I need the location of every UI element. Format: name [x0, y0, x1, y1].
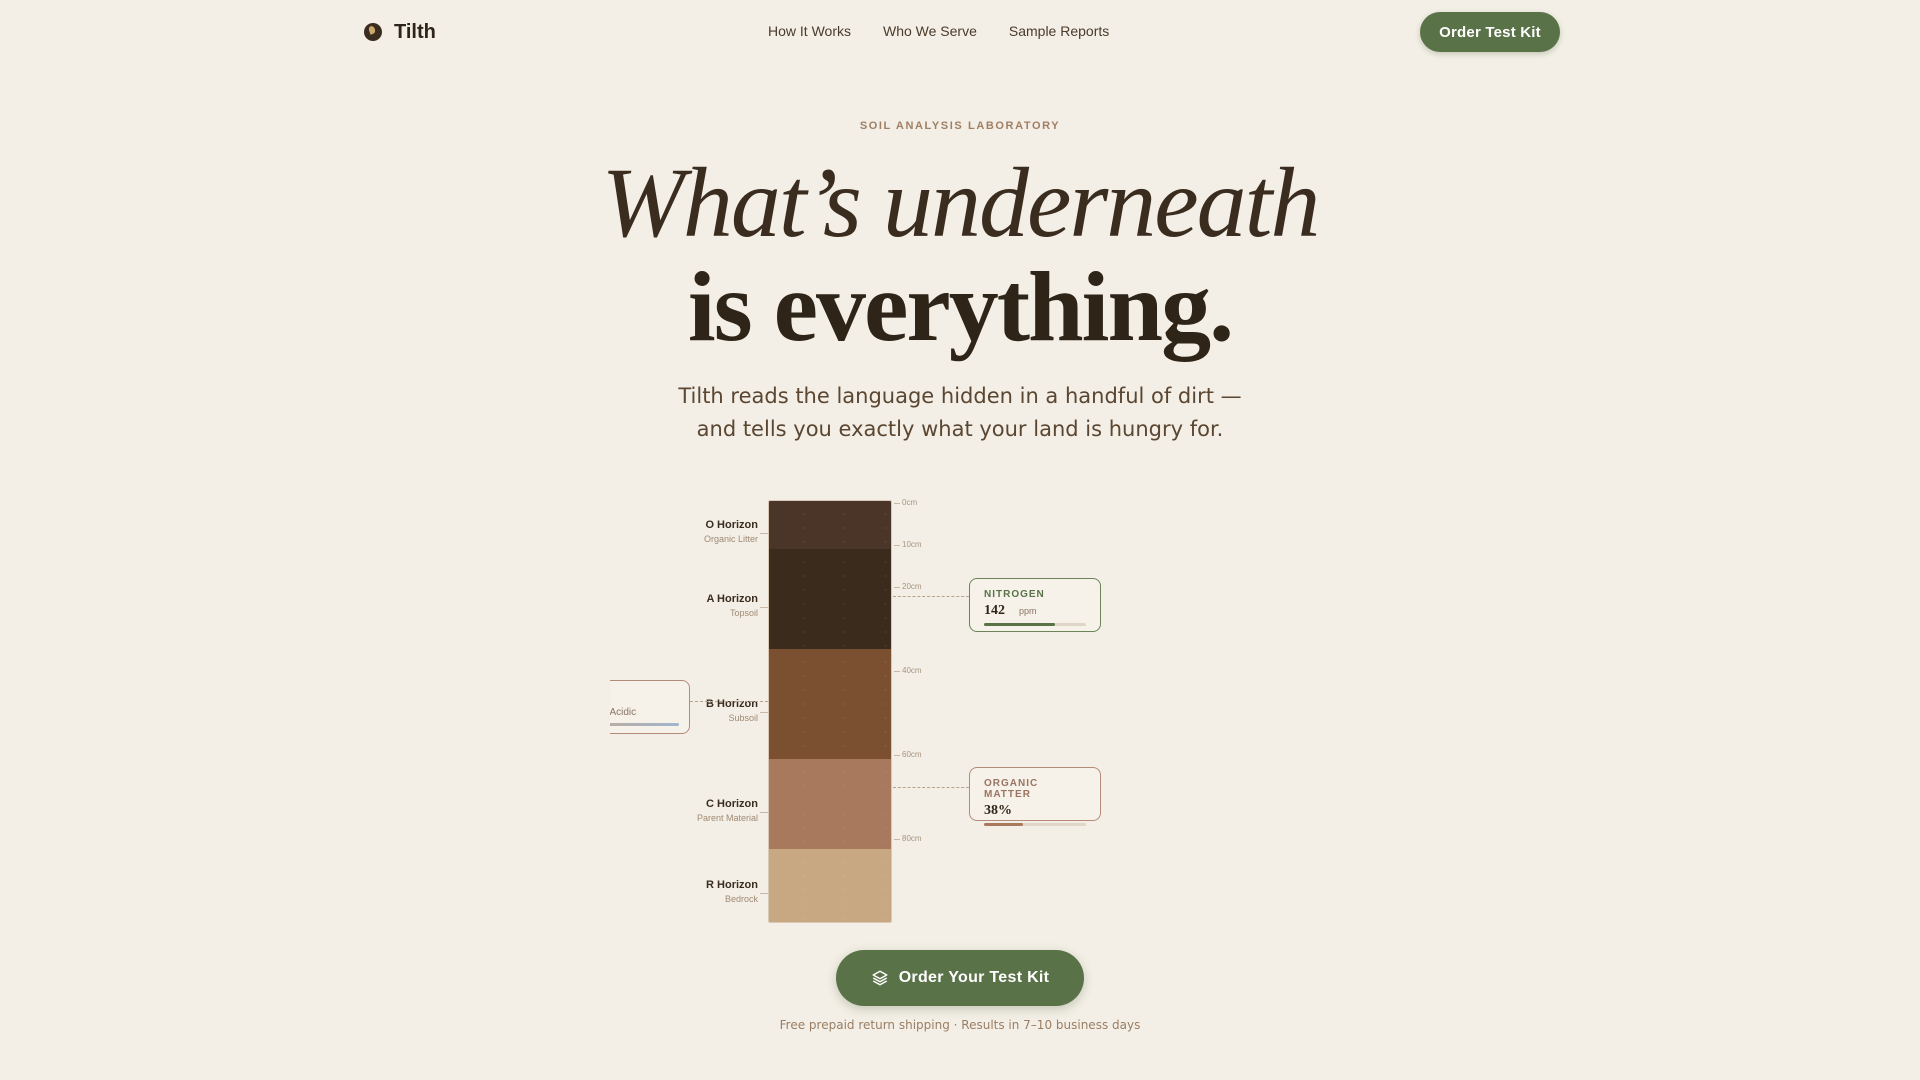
horizon-label-r: R Horizon Bedrock	[706, 879, 758, 904]
layers-icon	[872, 970, 888, 986]
nitrogen-title: NITROGEN	[984, 589, 1045, 600]
organic-matter-level-fill	[984, 823, 1023, 826]
soil-profile-column	[768, 500, 892, 923]
r-horizon-layer	[769, 849, 891, 922]
c-horizon-layer	[769, 759, 891, 849]
brand-logo[interactable]: Tilth	[364, 20, 436, 44]
horizon-name: A Horizon	[706, 593, 758, 605]
horizon-sub: Bedrock	[724, 894, 758, 904]
b-horizon-layer	[769, 649, 891, 759]
depth-mark: 20cm	[894, 582, 922, 591]
depth-mark: 40cm	[894, 666, 922, 675]
ph-card: pH Slightly Acidic	[610, 680, 690, 734]
nitrogen-card: NITROGEN 142 ppm	[969, 578, 1101, 632]
leaf-logo-icon	[364, 23, 382, 41]
horizon-sub: Topsoil	[729, 608, 758, 618]
headline-line-2: is everything.	[687, 251, 1234, 362]
top-nav: Tilth How It Works Who We Serve Sample R…	[0, 0, 1920, 64]
horizon-label-o: O Horizon Organic Litter	[704, 519, 758, 544]
nitrogen-value-row: 142 ppm	[984, 603, 1086, 619]
order-your-test-kit-button[interactable]: Order Your Test Kit	[836, 950, 1084, 1006]
nitrogen-connector	[893, 596, 969, 597]
horizon-label-c: C Horizon Parent Material	[697, 798, 758, 823]
cta-label: Order Your Test Kit	[898, 969, 1050, 986]
nitrogen-level-fill	[984, 623, 1056, 626]
organic-matter-level-bar	[984, 823, 1086, 826]
depth-mark: 0cm	[893, 498, 918, 507]
horizon-name: C Horizon	[706, 798, 758, 810]
horizon-sub: Subsoil	[728, 713, 758, 723]
shipping-fine-print: Free prepaid return shipping · Results i…	[779, 1018, 1141, 1032]
horizon-name: B Horizon	[706, 698, 758, 710]
horizon-tick	[760, 812, 768, 813]
nav-link-who-we-serve[interactable]: Who We Serve	[883, 23, 977, 39]
ph-connector	[690, 701, 768, 702]
depth-mark: 10cm	[894, 540, 922, 549]
horizon-sub: Parent Material	[696, 813, 758, 823]
horizon-name: R Horizon	[706, 879, 758, 891]
a-horizon-layer	[769, 549, 891, 649]
depth-mark: 80cm	[894, 834, 922, 843]
order-test-kit-button[interactable]: Order Test Kit	[1420, 12, 1560, 52]
horizon-tick	[760, 607, 768, 608]
horizon-label-a: A Horizon Topsoil	[706, 593, 758, 618]
ph-card-clip: pH Slightly Acidic	[610, 680, 690, 734]
nav-links: How It Works Who We Serve Sample Reports	[768, 23, 1109, 39]
horizon-name: O Horizon	[705, 519, 758, 531]
horizon-tick	[760, 893, 768, 894]
organic-matter-value: 38%	[984, 803, 1012, 818]
nav-link-sample-reports[interactable]: Sample Reports	[1009, 23, 1109, 39]
organic-matter-card: ORGANIC MATTER 38%	[969, 767, 1101, 826]
ph-scale-bar	[610, 723, 679, 726]
o-horizon-layer	[769, 501, 891, 549]
hero-subtitle: Tilth reads the language hidden in a han…	[678, 384, 1242, 441]
horizon-tick	[760, 712, 768, 713]
organic-matter-connector	[893, 787, 969, 788]
ph-status: Slightly Acidic	[610, 707, 637, 718]
nitrogen-level-bar	[984, 623, 1086, 626]
nitrogen-unit: ppm	[1019, 606, 1037, 616]
nitrogen-value: 142	[984, 603, 1005, 618]
horizon-sub: Organic Litter	[703, 534, 758, 544]
eyebrow-label: SOIL ANALYSIS LABORATORY	[859, 120, 1061, 132]
horizon-tick	[760, 533, 768, 534]
depth-mark: 60cm	[894, 750, 922, 759]
headline-line-1: What’s underneath	[601, 147, 1321, 258]
brand-name: Tilth	[394, 20, 436, 43]
ph-title: pH	[610, 690, 675, 701]
organic-matter-title: ORGANIC MATTER	[984, 778, 1039, 800]
nav-link-how-it-works[interactable]: How It Works	[768, 23, 851, 39]
